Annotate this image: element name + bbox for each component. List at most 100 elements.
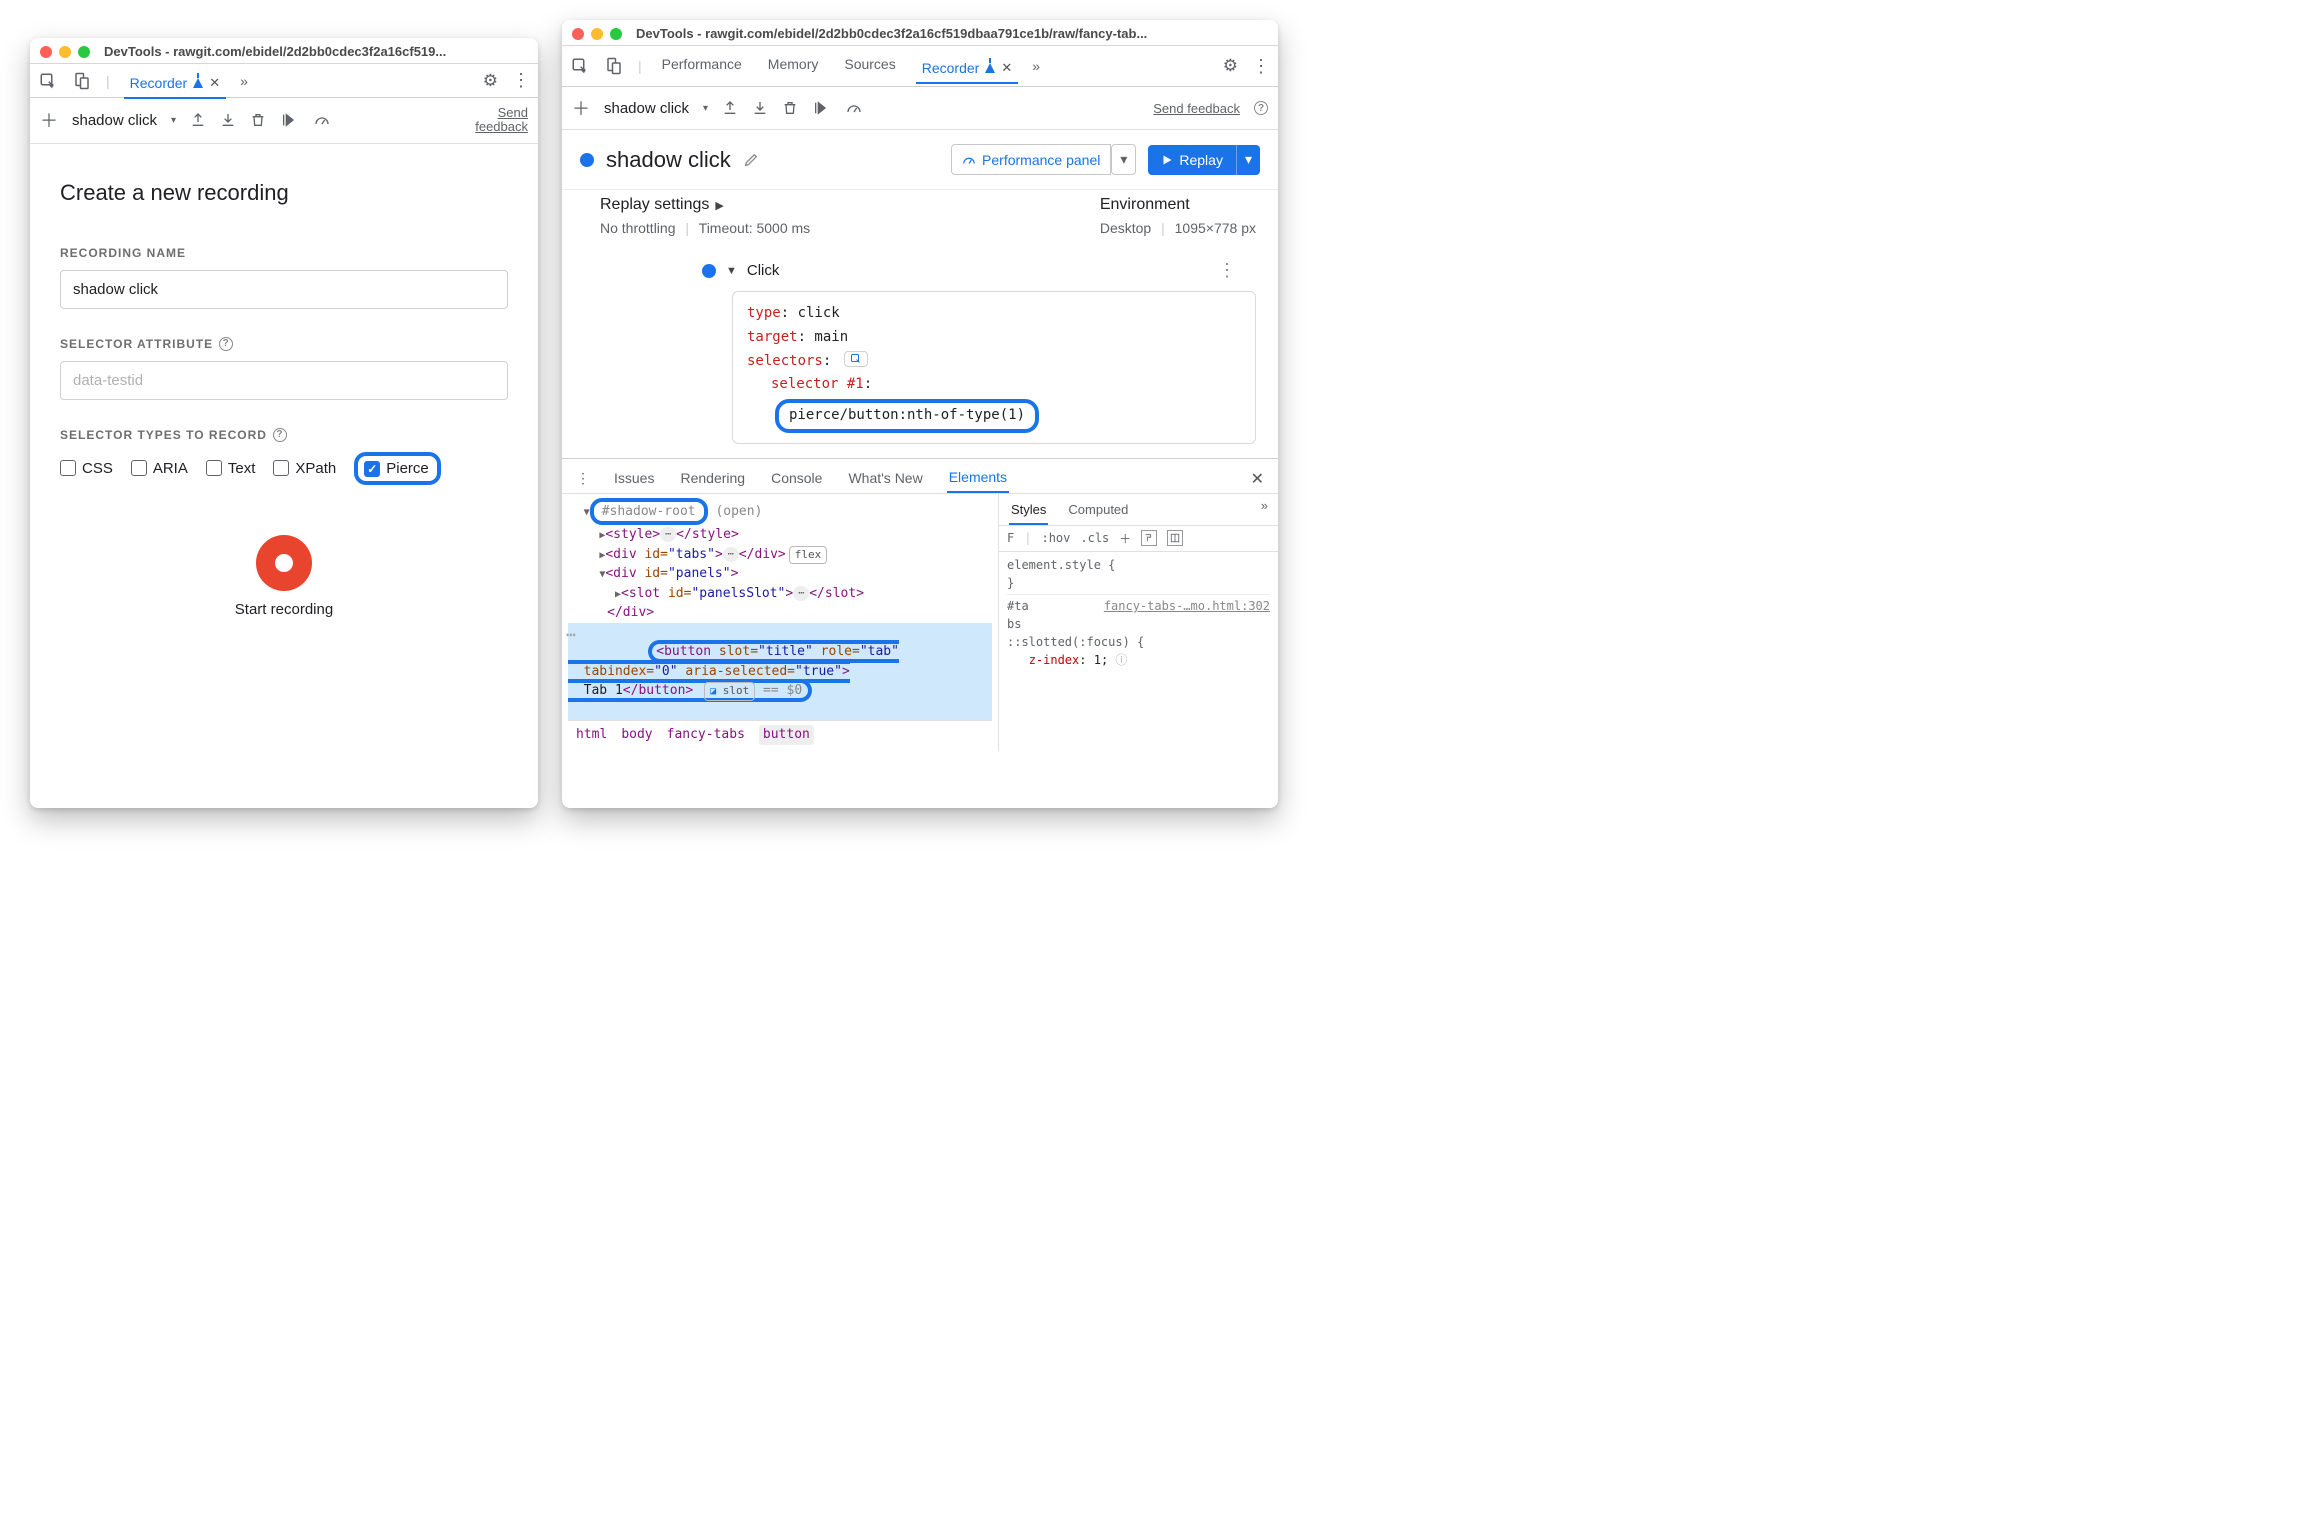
play-skip-icon[interactable] — [280, 112, 298, 128]
pierce-selector-highlight: pierce/button:nth-of-type(1) — [775, 399, 1039, 433]
close-tab-icon[interactable]: ✕ — [1001, 60, 1012, 76]
tab-recorder-label: Recorder — [130, 75, 188, 91]
drawer-tab-whatsnew[interactable]: What's New — [846, 466, 924, 492]
crumb-fancy-tabs[interactable]: fancy-tabs — [667, 725, 745, 745]
tab-recorder[interactable]: Recorder ✕ — [916, 56, 1019, 84]
close-tab-icon[interactable]: ✕ — [209, 75, 220, 91]
performance-panel-dropdown[interactable]: ▾ — [1111, 144, 1136, 175]
import-icon[interactable] — [752, 100, 768, 116]
delete-icon[interactable] — [250, 112, 266, 128]
crumb-button[interactable]: button — [759, 725, 814, 745]
collapse-icon[interactable]: ▼ — [726, 265, 737, 277]
performance-panel-button[interactable]: Performance panel — [951, 144, 1111, 175]
recording-name-label: RECORDING NAME — [60, 246, 508, 260]
inspect-icon[interactable] — [570, 57, 590, 75]
info-icon[interactable]: ⓘ — [1115, 653, 1127, 667]
window-title: DevTools - rawgit.com/ebidel/2d2bb0cdec3… — [636, 26, 1147, 41]
start-recording-button[interactable] — [256, 535, 312, 591]
minimize-window-icon[interactable] — [591, 28, 603, 40]
recording-select-icon[interactable]: ▾ — [703, 103, 708, 114]
send-feedback-link[interactable]: Send feedback — [1153, 101, 1240, 116]
crumb-html[interactable]: html — [576, 725, 607, 745]
styles-hov-button[interactable]: :hov — [1041, 531, 1070, 545]
speed-icon[interactable] — [844, 100, 864, 116]
help-icon[interactable]: ? — [219, 337, 233, 351]
selector-attribute-input[interactable] — [60, 361, 508, 400]
step-header[interactable]: ▼ Click ⋮ — [562, 250, 1278, 285]
play-skip-icon[interactable] — [812, 100, 830, 116]
checkbox-text[interactable]: Text — [206, 460, 256, 477]
delete-icon[interactable] — [782, 100, 798, 116]
recorder-toolbar: ＋ shadow click ▾ Send feedback ? — [562, 87, 1278, 130]
edit-icon[interactable] — [743, 152, 759, 168]
recording-name-input[interactable] — [60, 270, 508, 309]
inspect-pill-icon[interactable] — [844, 351, 868, 367]
replay-button[interactable]: Replay — [1148, 145, 1236, 175]
kebab-menu-icon[interactable]: ⋮ — [512, 70, 530, 91]
drawer-close-icon[interactable]: ✕ — [1251, 469, 1264, 489]
styles-tab-styles[interactable]: Styles — [1009, 498, 1048, 525]
recording-select-icon[interactable]: ▾ — [171, 115, 176, 126]
create-recording-title: Create a new recording — [60, 180, 508, 206]
tab-memory[interactable]: Memory — [762, 52, 825, 80]
crumb-body[interactable]: body — [621, 725, 652, 745]
close-window-icon[interactable] — [40, 46, 52, 58]
recording-status-icon — [580, 153, 594, 167]
start-recording-label: Start recording — [60, 601, 508, 618]
elements-tree[interactable]: ▼#shadow-root (open) ▶<style>⋯</style> ▶… — [562, 494, 998, 751]
devtools-window-right: DevTools - rawgit.com/ebidel/2d2bb0cdec3… — [562, 20, 1278, 808]
new-recording-icon[interactable]: ＋ — [40, 107, 58, 133]
device-toggle-icon[interactable] — [604, 57, 624, 75]
close-window-icon[interactable] — [572, 28, 584, 40]
styles-paint-icon[interactable] — [1141, 530, 1157, 546]
import-icon[interactable] — [220, 112, 236, 128]
drawer-tab-elements[interactable]: Elements — [947, 465, 1009, 493]
devtools-window-left: DevTools - rawgit.com/ebidel/2d2bb0cdec3… — [30, 38, 538, 808]
help-icon[interactable]: ? — [273, 428, 287, 442]
zoom-window-icon[interactable] — [610, 28, 622, 40]
more-tabs-icon[interactable]: » — [1032, 58, 1040, 74]
speed-icon[interactable] — [312, 112, 332, 128]
styles-cls-button[interactable]: .cls — [1080, 531, 1109, 545]
styles-tabs-more-icon[interactable]: » — [1261, 498, 1268, 525]
settings-icon[interactable]: ⚙ — [1223, 56, 1238, 76]
device-toggle-icon[interactable] — [72, 72, 92, 90]
tab-sources[interactable]: Sources — [838, 52, 901, 80]
tab-performance[interactable]: Performance — [656, 52, 748, 80]
checkbox-css[interactable]: CSS — [60, 460, 113, 477]
styles-filter-input[interactable]: F — [1007, 531, 1014, 545]
styles-source-link[interactable]: fancy-tabs-…mo.html:302 — [1104, 597, 1270, 615]
checkbox-aria[interactable]: ARIA — [131, 460, 188, 477]
step-kebab-icon[interactable]: ⋮ — [1218, 260, 1256, 281]
settings-icon[interactable]: ⚙ — [483, 71, 498, 91]
styles-add-rule-icon[interactable]: ＋ — [1119, 530, 1131, 547]
drawer-tab-issues[interactable]: Issues — [612, 466, 656, 492]
checkbox-xpath[interactable]: XPath — [273, 460, 336, 477]
export-icon[interactable] — [722, 100, 738, 116]
export-icon[interactable] — [190, 112, 206, 128]
send-feedback-link[interactable]: Send feedback — [472, 106, 528, 135]
new-recording-icon[interactable]: ＋ — [572, 95, 590, 121]
drawer-tab-rendering[interactable]: Rendering — [678, 466, 747, 492]
replay-settings-heading[interactable]: Replay settings▶ — [600, 196, 1060, 214]
drawer-tab-console[interactable]: Console — [769, 466, 824, 492]
slot-badge[interactable]: ◪ slot — [704, 682, 755, 701]
zoom-window-icon[interactable] — [78, 46, 90, 58]
drawer-kebab-icon[interactable]: ⋮ — [576, 470, 590, 487]
recording-name-display: shadow click — [604, 100, 689, 117]
checkbox-pierce[interactable]: ✓Pierce — [364, 460, 429, 477]
tab-recorder[interactable]: Recorder ✕ — [124, 71, 227, 99]
traffic-lights — [572, 28, 622, 40]
settings-row: Replay settings▶ No throttling | Timeout… — [562, 189, 1278, 250]
kebab-menu-icon[interactable]: ⋮ — [1252, 56, 1270, 77]
step-title: Click — [747, 262, 780, 279]
styles-tab-computed[interactable]: Computed — [1066, 498, 1130, 525]
styles-pane-layout-icon[interactable] — [1167, 530, 1183, 546]
step-details: type: click target: main selectors: sele… — [732, 291, 1256, 444]
more-tabs-icon[interactable]: » — [240, 73, 248, 89]
inspect-icon[interactable] — [38, 72, 58, 90]
minimize-window-icon[interactable] — [59, 46, 71, 58]
window-titlebar: DevTools - rawgit.com/ebidel/2d2bb0cdec3… — [562, 20, 1278, 46]
help-icon[interactable]: ? — [1254, 101, 1268, 115]
replay-dropdown[interactable]: ▾ — [1236, 145, 1260, 175]
